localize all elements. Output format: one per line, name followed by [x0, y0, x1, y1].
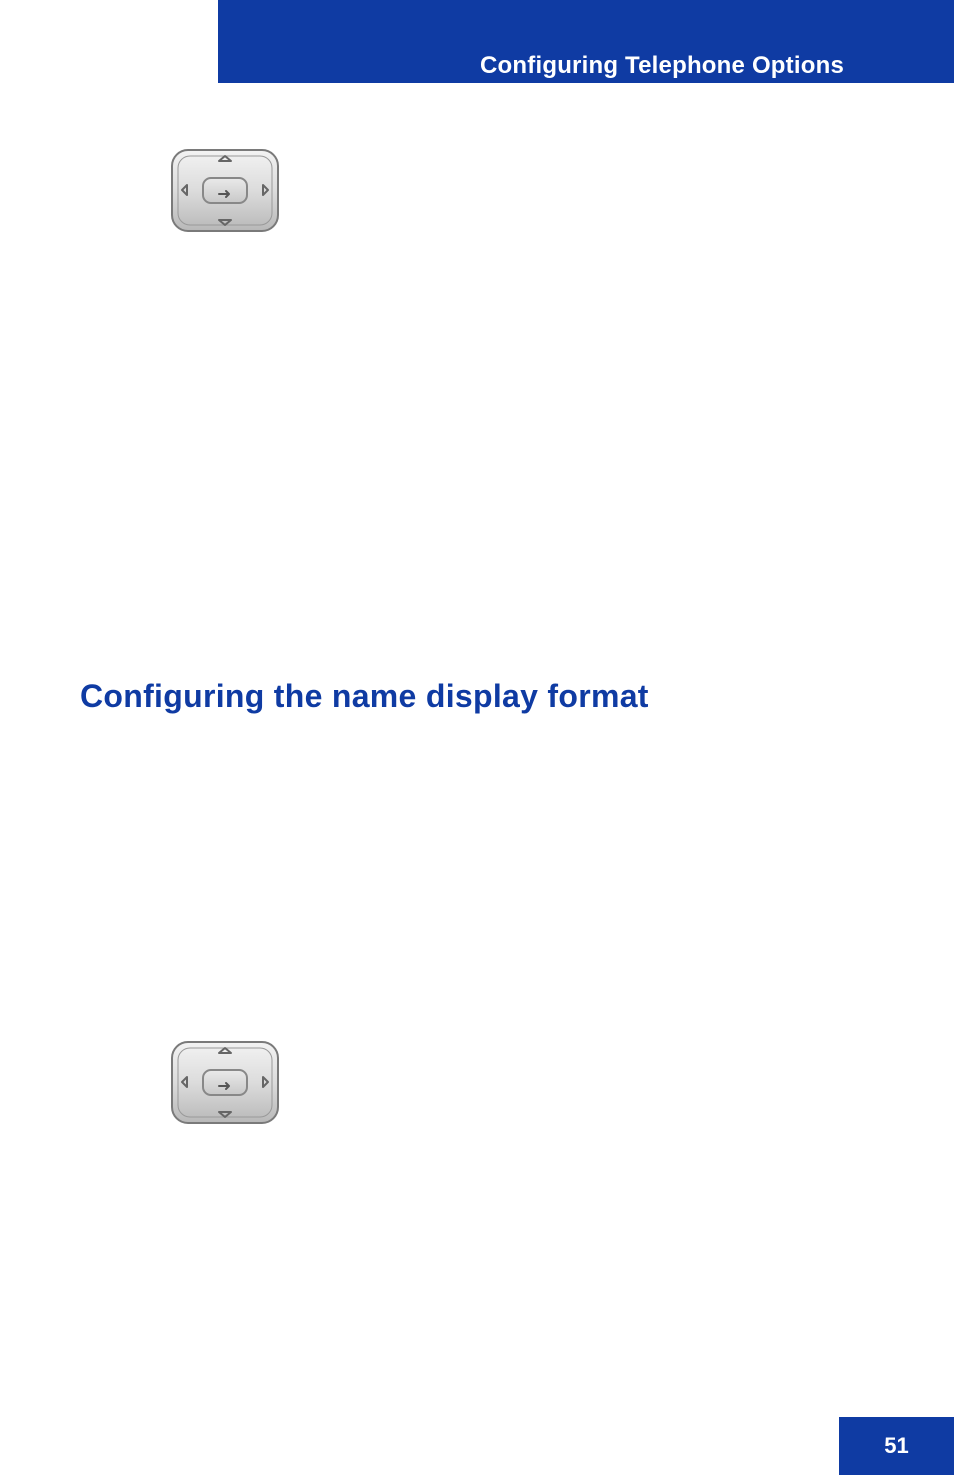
chapter-title: Configuring Telephone Options [480, 52, 844, 80]
page-number: 51 [839, 1417, 954, 1475]
header-bar: Configuring Telephone Options [218, 0, 954, 83]
navigation-key-illustration [170, 1040, 280, 1125]
navigation-key-illustration [170, 148, 280, 233]
manual-page: Configuring Telephone Options [0, 0, 954, 1475]
section-heading: Configuring the name display format [80, 678, 649, 715]
